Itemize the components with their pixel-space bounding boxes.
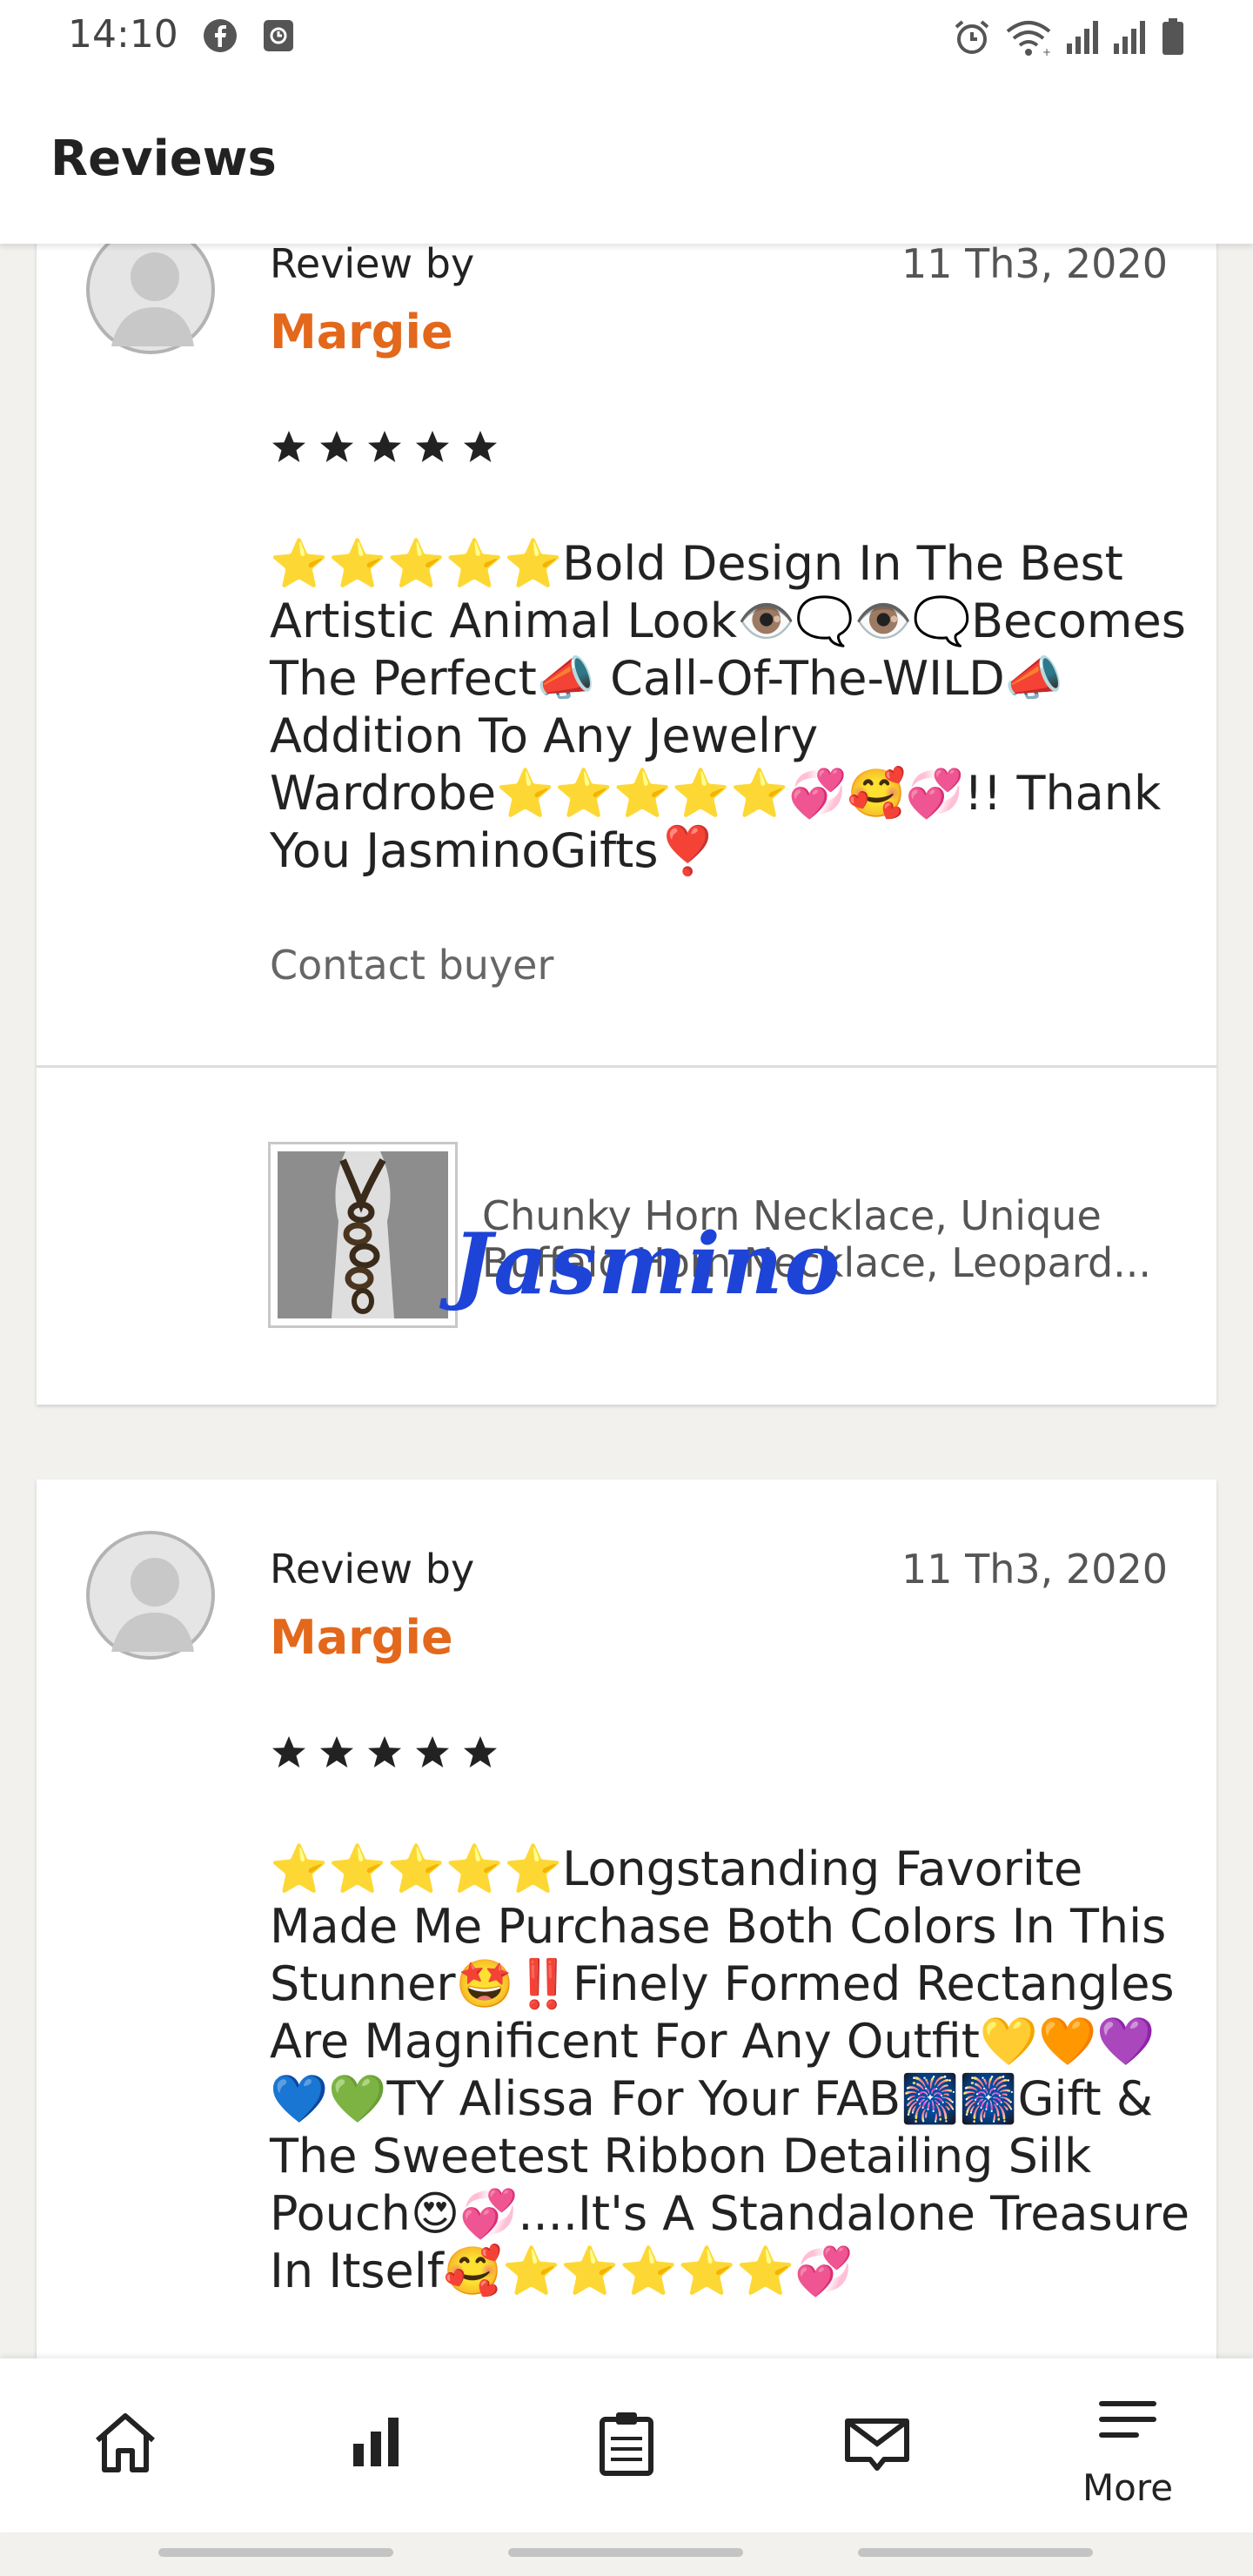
avatar[interactable] (85, 244, 216, 355)
nav-stats[interactable] (251, 2358, 501, 2532)
nav-messages[interactable] (752, 2358, 1002, 2532)
page-title: Reviews (50, 131, 277, 187)
alarm-icon (955, 20, 989, 54)
review-text: ⭐⭐⭐⭐⭐Longstanding Favorite Made Me Purch… (270, 1841, 1190, 2298)
jasmino-watermark: Jasmino (452, 1215, 842, 1313)
wifi-icon: + (1006, 21, 1051, 57)
orders-icon (600, 2412, 653, 2476)
necklace-image (278, 1151, 448, 1318)
divider (37, 1065, 1216, 1068)
nav-orders[interactable] (501, 2358, 752, 2532)
svg-text:+: + (1042, 46, 1051, 57)
menu-icon (1099, 2401, 1156, 2438)
system-nav-back[interactable] (858, 2548, 1093, 2557)
listing-thumbnail[interactable] (268, 1142, 458, 1328)
facebook-icon (204, 19, 237, 52)
review-by-label: Review by (270, 1546, 475, 1593)
rating-stars (272, 431, 497, 462)
messages-icon (845, 2418, 909, 2471)
home-icon (96, 2413, 155, 2472)
signal-icon (1067, 21, 1098, 54)
rating-stars (272, 1736, 497, 1768)
avatar[interactable] (85, 1530, 216, 1660)
system-nav-home[interactable] (508, 2548, 743, 2557)
reviewer-name[interactable]: Margie (270, 305, 453, 359)
signal-icon (1114, 21, 1145, 54)
nav-more-label: More (1082, 2466, 1174, 2509)
bottom-nav: More (0, 2358, 1253, 2532)
nav-home[interactable] (0, 2358, 251, 2532)
system-nav-recents[interactable] (158, 2548, 393, 2557)
review-card: Review by 11 Th3, 2020 Margie ⭐⭐⭐⭐⭐Longs… (37, 1479, 1216, 2358)
screen-icon (264, 20, 293, 51)
nav-more[interactable]: More (1002, 2358, 1253, 2532)
review-date: 11 Th3, 2020 (901, 1546, 1168, 1593)
stats-icon (353, 2418, 399, 2466)
contact-buyer-link[interactable]: Contact buyer (270, 942, 553, 989)
review-card: Review by 11 Th3, 2020 Margie ⭐⭐⭐⭐⭐Bold … (37, 244, 1216, 1405)
system-nav-bar (0, 2532, 1253, 2576)
reviews-list[interactable]: Review by 11 Th3, 2020 Margie ⭐⭐⭐⭐⭐Bold … (0, 244, 1253, 2358)
review-text: ⭐⭐⭐⭐⭐Bold Design In The Best Artistic An… (270, 536, 1186, 878)
status-time: 14:10 (68, 12, 178, 57)
app-bar: Reviews (0, 73, 1253, 244)
battery-icon (1163, 18, 1183, 55)
review-date: 11 Th3, 2020 (901, 244, 1168, 287)
status-bar: 14:10 + (0, 0, 1253, 73)
review-by-label: Review by (270, 244, 475, 287)
reviewer-name[interactable]: Margie (270, 1610, 453, 1665)
